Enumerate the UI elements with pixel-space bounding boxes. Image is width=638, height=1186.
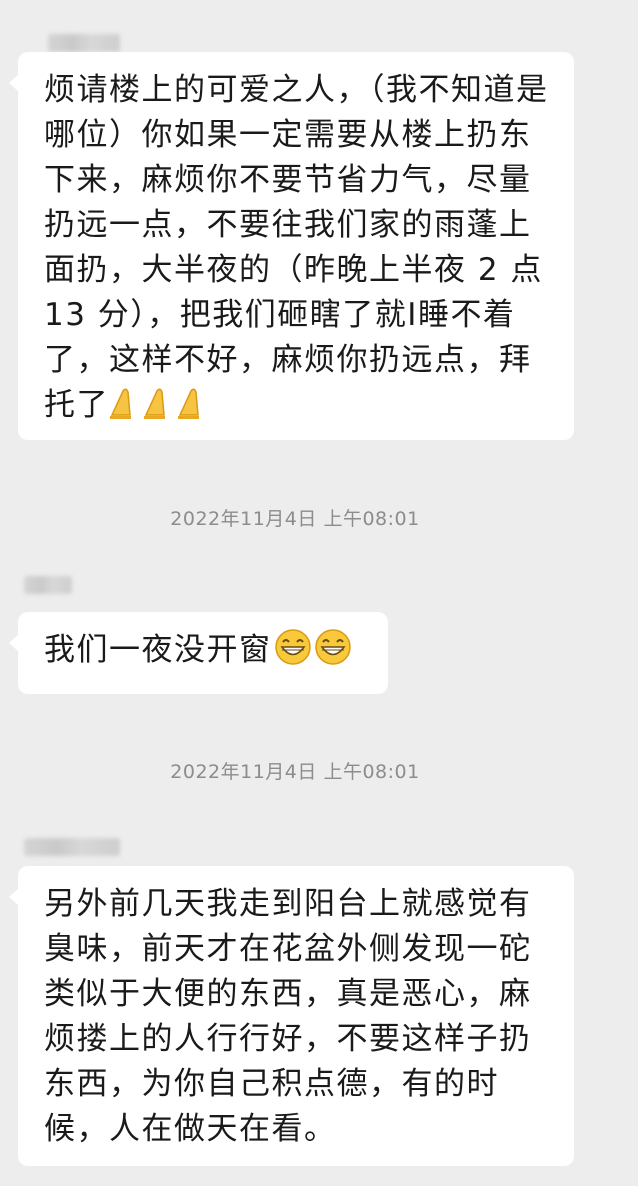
sender-name-blurred	[24, 576, 72, 594]
message-text-1: 烦请楼上的可爱之人，（我不知道是哪位）你如果一定需要从楼上扔东下来，麻烦你不要节…	[44, 72, 555, 423]
sender-name-blurred	[24, 838, 120, 856]
pray-icon	[109, 387, 143, 423]
timestamp: 2022年11月4日 上午08:01	[170, 761, 420, 783]
message-text-3: 另外前几天我走到阳台上就感觉有臭味，前天才在花盆外侧发现一砣类似于大便的东西，真…	[44, 886, 532, 1147]
message-text-2: 我们一夜没开窗	[44, 632, 272, 668]
message-bubble-2[interactable]: 我们一夜没开窗	[9, 612, 388, 694]
message-bubble-3[interactable]: 另外前几天我走到阳台上就感觉有臭味，前天才在花盆外侧发现一砣类似于大便的东西，真…	[9, 866, 574, 1166]
grin-icon	[272, 629, 312, 668]
grin-icon	[312, 629, 352, 668]
timestamp: 2022年11月4日 上午08:01	[170, 508, 420, 530]
message-bubble-1[interactable]: 烦请楼上的可爱之人，（我不知道是哪位）你如果一定需要从楼上扔东下来，麻烦你不要节…	[9, 52, 574, 440]
sender-name-blurred	[48, 34, 120, 52]
pray-icon	[143, 387, 177, 423]
pray-icon	[177, 387, 211, 423]
